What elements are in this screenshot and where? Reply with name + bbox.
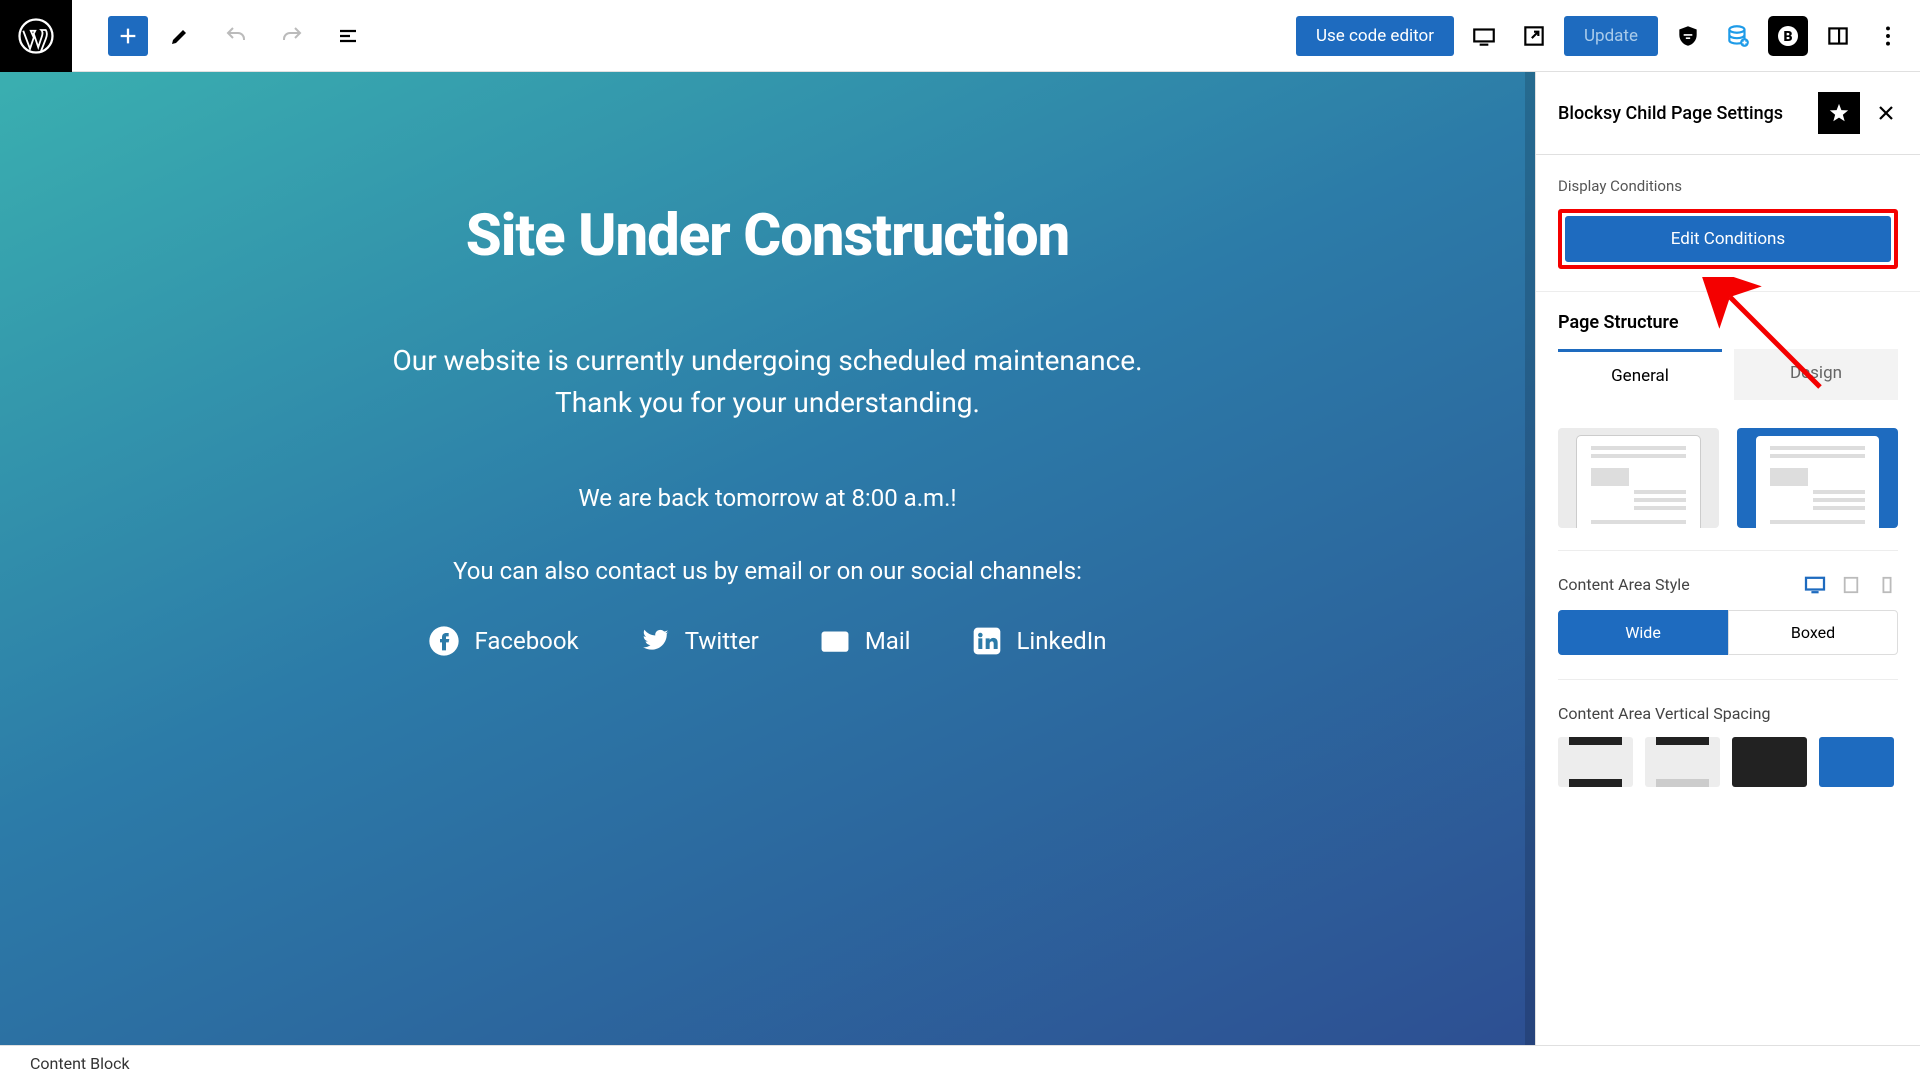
plugin-b-icon[interactable]: B xyxy=(1768,16,1808,56)
content-style-toggle: Wide Boxed xyxy=(1536,610,1920,679)
social-mail[interactable]: Mail xyxy=(819,625,911,657)
undo-icon[interactable] xyxy=(212,12,260,60)
boxed-toggle[interactable]: Boxed xyxy=(1728,610,1898,655)
display-conditions-label: Display Conditions xyxy=(1558,177,1898,195)
display-conditions-section: Display Conditions Edit Conditions xyxy=(1536,155,1920,292)
layout-options xyxy=(1536,400,1920,550)
svg-text:B: B xyxy=(1783,29,1792,45)
layout-option-wide[interactable] xyxy=(1737,428,1898,528)
sidebar-title: Blocksy Child Page Settings xyxy=(1558,103,1818,124)
device-switcher xyxy=(1804,576,1898,594)
shield-icon[interactable] xyxy=(1668,16,1708,56)
social-label: Facebook xyxy=(474,627,578,655)
top-toolbar: Use code editor Update B xyxy=(0,0,1920,72)
layout-option-normal[interactable] xyxy=(1558,428,1719,528)
redo-icon[interactable] xyxy=(268,12,316,60)
page-title: Site Under Construction xyxy=(466,202,1070,270)
tab-design[interactable]: Design xyxy=(1734,349,1898,400)
editor-footer: Content Block xyxy=(0,1045,1920,1080)
settings-sidebar: Blocksy Child Page Settings Display Cond… xyxy=(1535,72,1920,1045)
social-row: Facebook Twitter Mail LinkedIn xyxy=(428,625,1106,657)
main-area: Site Under Construction Our website is c… xyxy=(0,72,1920,1045)
back-time-text: We are back tomorrow at 8:00 a.m.! xyxy=(578,484,956,512)
more-options-icon[interactable] xyxy=(1868,16,1908,56)
social-linkedin[interactable]: LinkedIn xyxy=(971,625,1107,657)
toolbar-right: Use code editor Update B xyxy=(1296,16,1908,56)
close-sidebar-icon[interactable] xyxy=(1874,101,1898,125)
edit-conditions-button[interactable]: Edit Conditions xyxy=(1565,216,1891,262)
add-block-button[interactable] xyxy=(108,16,148,56)
database-icon[interactable] xyxy=(1718,16,1758,56)
sidebar-header: Blocksy Child Page Settings xyxy=(1536,72,1920,155)
edit-conditions-highlight: Edit Conditions xyxy=(1558,209,1898,269)
spacing-options xyxy=(1536,737,1920,807)
social-twitter[interactable]: Twitter xyxy=(639,625,759,657)
page-structure-heading: Page Structure xyxy=(1536,292,1920,349)
sidebar-toggle-icon[interactable] xyxy=(1818,16,1858,56)
wide-toggle[interactable]: Wide xyxy=(1558,610,1728,655)
device-tablet-icon[interactable] xyxy=(1840,576,1862,594)
code-editor-button[interactable]: Use code editor xyxy=(1296,16,1454,56)
spacing-option-both[interactable] xyxy=(1558,737,1633,787)
spacing-option-none[interactable] xyxy=(1732,737,1807,787)
star-button[interactable] xyxy=(1818,92,1860,134)
canvas-scrollbar[interactable] xyxy=(1525,72,1535,1045)
structure-tabs: General Design xyxy=(1536,349,1920,400)
spacing-option-top[interactable] xyxy=(1645,737,1720,787)
wordpress-logo[interactable] xyxy=(0,0,72,72)
social-facebook[interactable]: Facebook xyxy=(428,625,578,657)
spacing-option-full[interactable] xyxy=(1819,737,1894,787)
external-link-icon[interactable] xyxy=(1514,16,1554,56)
device-desktop-icon[interactable] xyxy=(1804,576,1826,594)
device-mobile-icon[interactable] xyxy=(1876,576,1898,594)
vertical-spacing-label: Content Area Vertical Spacing xyxy=(1558,704,1770,723)
tab-general[interactable]: General xyxy=(1558,349,1722,400)
vertical-spacing-row: Content Area Vertical Spacing xyxy=(1536,680,1920,737)
social-label: Mail xyxy=(865,627,911,655)
social-label: Twitter xyxy=(685,627,759,655)
breadcrumb[interactable]: Content Block xyxy=(30,1054,130,1073)
content-area-style-label: Content Area Style xyxy=(1558,575,1690,594)
social-label: LinkedIn xyxy=(1017,627,1107,655)
document-outline-icon[interactable] xyxy=(324,12,372,60)
page-subtitle: Our website is currently undergoing sche… xyxy=(393,340,1143,424)
desktop-preview-icon[interactable] xyxy=(1464,16,1504,56)
edit-tool-icon[interactable] xyxy=(156,12,204,60)
update-button[interactable]: Update xyxy=(1564,16,1658,56)
content-area-style-row: Content Area Style xyxy=(1536,551,1920,610)
contact-text: You can also contact us by email or on o… xyxy=(453,557,1082,585)
editor-canvas[interactable]: Site Under Construction Our website is c… xyxy=(0,72,1535,1045)
toolbar-left xyxy=(12,0,372,72)
